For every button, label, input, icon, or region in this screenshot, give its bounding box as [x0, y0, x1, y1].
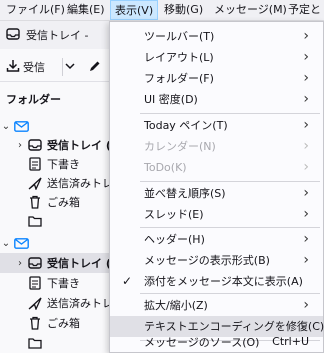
- menuitem-todo[interactable]: ToDo(K) ›: [110, 157, 323, 178]
- mail-account-icon: [12, 118, 30, 134]
- drafts-icon: [26, 275, 44, 291]
- chevron-right-icon: ›: [303, 138, 309, 154]
- tab-inbox[interactable]: 受信トレイ -: [6, 25, 88, 45]
- menuitem-message-source[interactable]: メッセージのソース(O) Ctrl+U: [110, 331, 323, 351]
- menu-edit[interactable]: 編集(E): [63, 0, 109, 20]
- account-row-2[interactable]: ⌄: [0, 233, 112, 253]
- inbox-icon: [26, 255, 44, 271]
- folder-label: ごみ箱: [47, 196, 80, 209]
- pencil-icon: [88, 59, 102, 76]
- menu-bar: ファイル(F) 編集(E) 表示(V) 移動(G) メッセージ(M) 予定と: [0, 0, 324, 21]
- menu-message[interactable]: メッセージ(M): [210, 0, 291, 20]
- left-pane: 受信トレイ - 受信 フォルダー ⌄ › 受信トレイ (下書き 送信済みトレ …: [0, 21, 113, 353]
- chevron-right-icon: ›: [303, 49, 309, 65]
- folder-icon: [26, 213, 44, 229]
- menuitem-threads[interactable]: スレッド(E) ›: [110, 204, 323, 225]
- write-button[interactable]: [88, 58, 102, 76]
- account-row-1[interactable]: ⌄: [0, 116, 112, 136]
- chevron-right-icon: ›: [303, 185, 309, 201]
- trash-icon: [26, 194, 44, 210]
- menu-go[interactable]: 移動(G): [160, 0, 207, 20]
- menu-view[interactable]: 表示(V): [110, 0, 159, 20]
- menuitem-calendar[interactable]: カレンダー(N) ›: [110, 136, 323, 157]
- chevron-right-icon[interactable]: ›: [14, 140, 26, 151]
- chevron-right-icon: ›: [303, 206, 309, 222]
- chevron-right-icon[interactable]: ›: [14, 258, 26, 269]
- folder-row[interactable]: › 受信トレイ (: [0, 135, 126, 155]
- menuitem-layout[interactable]: レイアウト(L) ›: [110, 47, 323, 68]
- menuitem-ui-density[interactable]: UI 密度(D) ›: [110, 89, 323, 110]
- menu-separator: [140, 181, 320, 182]
- chevron-right-icon: ›: [303, 28, 309, 44]
- folder-label: ごみ箱: [47, 317, 80, 330]
- chevron-down-icon[interactable]: ⌄: [0, 238, 12, 249]
- tab-label: 受信トレイ -: [26, 29, 89, 42]
- chevron-right-icon: ›: [303, 70, 309, 86]
- get-messages-button[interactable]: 受信: [6, 58, 45, 76]
- inbox-icon: [6, 27, 20, 43]
- folder-label: 送信済みトレ: [47, 297, 113, 310]
- folders-title: フォルダー: [6, 93, 61, 106]
- menuitem-folders[interactable]: フォルダー(F) ›: [110, 68, 323, 89]
- menuitem-display-attachments-inline[interactable]: ✓ 添付をメッセージ本文に表示(A): [110, 271, 323, 292]
- checkmark-icon: ✓: [122, 274, 133, 288]
- chevron-right-icon: ›: [303, 159, 309, 175]
- chevron-down-icon: [64, 61, 76, 74]
- shortcut-label: Ctrl+U: [272, 335, 309, 348]
- download-icon: [6, 59, 20, 76]
- mail-account-icon: [12, 235, 30, 251]
- tab-bar: 受信トレイ -: [0, 21, 112, 49]
- menu-separator: [140, 293, 320, 294]
- send-icon: [26, 175, 44, 191]
- chevron-right-icon: ›: [303, 117, 309, 133]
- inbox-icon: [26, 137, 44, 153]
- mail-toolbar: 受信: [0, 51, 112, 82]
- drafts-icon: [26, 156, 44, 172]
- menu-separator: [140, 113, 320, 114]
- menuitem-zoom[interactable]: 拡大/縮小(Z) ›: [110, 295, 323, 316]
- chevron-right-icon: ›: [303, 231, 309, 247]
- menuitem-headers[interactable]: ヘッダー(H) ›: [110, 229, 323, 250]
- view-menu-popup: ツールバー(T) › レイアウト(L) › フォルダー(F) › UI 密度(D) › …: [109, 21, 324, 353]
- trash-icon: [26, 315, 44, 331]
- folder-label: 送信済みトレ: [47, 177, 113, 190]
- menuitem-toolbars[interactable]: ツールバー(T) ›: [110, 26, 323, 47]
- menu-file[interactable]: ファイル(F): [2, 0, 69, 20]
- menu-separator: [140, 227, 320, 228]
- folder-row-selected[interactable]: › 受信トレイ (: [0, 253, 112, 273]
- folder-icon: [26, 335, 44, 351]
- menuitem-message-body-as[interactable]: メッセージの表示形式(B) ›: [110, 250, 323, 271]
- folder-label: 受信トレイ (: [47, 139, 111, 152]
- chevron-right-icon: ›: [303, 91, 309, 107]
- get-messages-dropdown[interactable]: [64, 58, 76, 76]
- folder-label: 受信トレイ (: [47, 257, 111, 270]
- menuitem-sort-by[interactable]: 並べ替え順序(S) ›: [110, 183, 323, 204]
- chevron-right-icon: ›: [303, 252, 309, 268]
- folder-label: 下書き: [47, 277, 80, 290]
- get-messages-label: 受信: [23, 61, 45, 74]
- chevron-down-icon[interactable]: ⌄: [0, 121, 12, 132]
- send-icon: [26, 295, 44, 311]
- folder-label: 下書き: [47, 158, 80, 171]
- chevron-right-icon: ›: [303, 297, 309, 313]
- menu-events[interactable]: 予定と: [284, 0, 324, 20]
- toolbar-divider: [62, 58, 63, 76]
- menuitem-today-pane[interactable]: Today ペイン(T) ›: [110, 115, 323, 136]
